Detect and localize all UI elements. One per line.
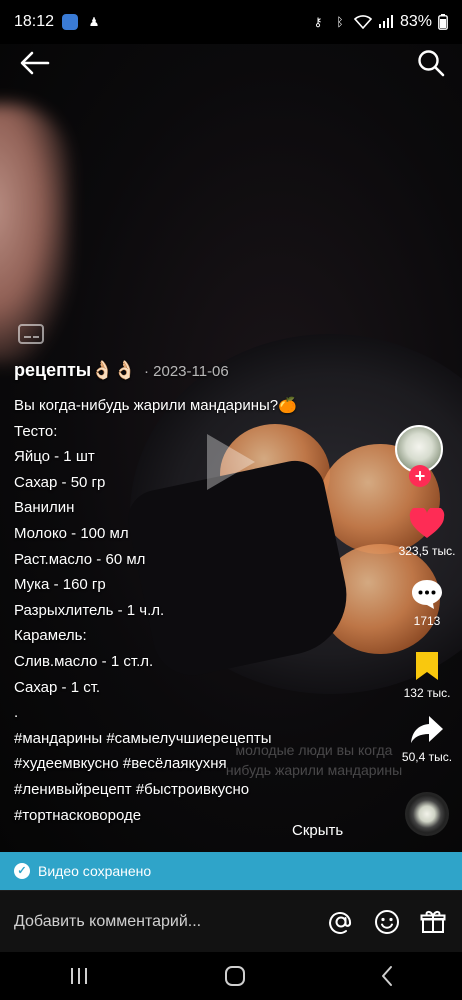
hashtag-line[interactable]: #худеемвкусно #весёлаякухня — [14, 751, 394, 777]
gift-icon[interactable] — [418, 907, 448, 937]
caption-line: Сахар - 50 гр — [14, 473, 106, 491]
like-count: 323,5 тыс. — [398, 544, 456, 558]
bluetooth-icon: ᛒ — [336, 15, 344, 29]
emoji-icon[interactable] — [372, 907, 402, 937]
status-time: 18:12 — [14, 13, 55, 30]
comment-icon — [412, 580, 442, 609]
caption-line: Яйцо - 1 шт — [14, 448, 95, 466]
key-icon: ⚷ — [313, 15, 323, 29]
share-button[interactable]: 50,4 тыс. — [392, 714, 462, 764]
hashtag-line[interactable]: #ленивыйрецепт #быстроивкусно — [14, 777, 394, 803]
music-disc[interactable] — [405, 792, 449, 836]
author-avatar[interactable]: + — [395, 425, 445, 487]
post-date: · 2023-11-06 — [143, 363, 229, 380]
comment-bar: Добавить комментарий... — [0, 890, 462, 952]
back-icon[interactable] — [379, 965, 395, 987]
battery-icon — [438, 14, 448, 30]
share-icon — [411, 716, 443, 743]
caption-line: Слив.масло - 1 ст.л. — [14, 652, 154, 670]
captions-icon[interactable] — [18, 324, 44, 344]
caption-text: Вы когда-нибудь жарили мандарины?🍊 Тесто… — [14, 393, 394, 828]
comment-input[interactable]: Добавить комментарий... — [14, 913, 310, 931]
recent-apps-icon[interactable] — [67, 966, 91, 986]
caption-line: Тесто: — [14, 422, 58, 440]
heart-icon — [409, 508, 445, 538]
hide-caption-button[interactable]: Скрыть — [292, 822, 343, 839]
mention-icon[interactable] — [326, 907, 356, 937]
caption-line: Разрыхлитель - 1 ч.л. — [14, 601, 165, 619]
system-nav-bar — [0, 952, 462, 1000]
comment-button[interactable]: 1713 — [392, 578, 462, 628]
save-count: 132 тыс. — [403, 686, 451, 700]
comment-count: 1713 — [413, 614, 441, 628]
caption-line: Мука - 160 гр — [14, 576, 106, 594]
author-name[interactable]: рецепты👌🏻👌🏻 — [14, 360, 136, 381]
back-arrow-icon[interactable] — [18, 48, 52, 78]
caption-line: Сахар - 1 ст. — [14, 678, 101, 696]
caption-line: Вы когда-нибудь жарили мандарины?🍊 — [14, 397, 297, 414]
caption-line: Ванилин — [14, 499, 75, 517]
follow-button[interactable]: + — [409, 465, 431, 487]
app-notification-icon — [62, 14, 79, 30]
post-caption: рецепты👌🏻👌🏻 · 2023-11-06 Вы когда-нибудь… — [14, 360, 394, 828]
saved-toast: ✓ Видео сохранено — [0, 852, 462, 890]
save-button[interactable]: 132 тыс. — [392, 650, 462, 700]
like-button[interactable]: 323,5 тыс. — [392, 508, 462, 558]
check-icon: ✓ — [14, 863, 30, 879]
notification-icon: ♟ — [88, 15, 100, 29]
hashtag-line[interactable]: #мандарины #самыелучшиерецепты — [14, 726, 394, 752]
bookmark-icon — [416, 652, 438, 680]
caption-line: Раст.масло - 60 мл — [14, 550, 146, 568]
battery-percent: 83% — [399, 13, 432, 30]
caption-line: Карамель: — [14, 627, 87, 645]
caption-line: . — [14, 704, 19, 722]
signal-icon — [378, 15, 393, 28]
toast-text: Видео сохранено — [38, 863, 152, 879]
status-bar: 18:12 ♟ ⚷ ᛒ 83% — [0, 0, 462, 44]
wifi-icon — [353, 15, 372, 29]
caption-line: Молоко - 100 мл — [14, 524, 129, 542]
share-count: 50,4 тыс. — [401, 750, 453, 764]
home-icon[interactable] — [224, 965, 246, 987]
search-icon[interactable] — [416, 48, 446, 78]
